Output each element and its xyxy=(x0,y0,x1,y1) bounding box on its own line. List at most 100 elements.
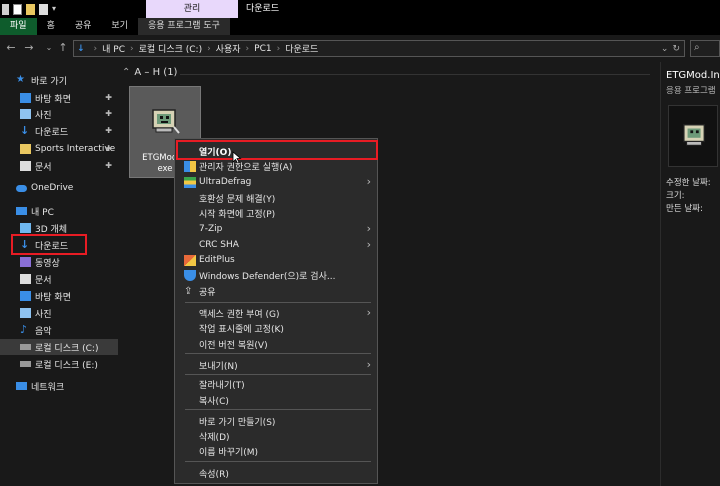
breadcrumb-downloads[interactable]: 다운로드 xyxy=(285,42,318,55)
breadcrumb-pc1[interactable]: PC1 xyxy=(254,44,271,54)
sidebar-item-sports-interactive[interactable]: Sports Interactive ✚ xyxy=(0,141,118,157)
sidebar-item-downloads-pinned[interactable]: ↓ 다운로드 ✚ xyxy=(0,123,118,139)
menu-item-crc-sha[interactable]: CRC SHA › xyxy=(175,237,377,253)
menu-item-rename[interactable]: 이름 바꾸기(M) xyxy=(175,443,377,459)
details-type: 응용 프로그램 xyxy=(666,86,716,96)
tab-home[interactable]: 홈 xyxy=(37,18,65,35)
address-bar[interactable]: ↓ › 내 PC › 로컬 디스크 (C:) › 사용자 › PC1 › 다운로… xyxy=(73,40,685,57)
sidebar-item-documents-pinned[interactable]: 문서 ✚ xyxy=(0,158,118,174)
menu-item-copy[interactable]: 복사(C) xyxy=(175,392,377,408)
sidebar-item-local-disk-c[interactable]: 로컬 디스크 (C:) xyxy=(0,339,118,355)
blank-icon xyxy=(184,395,196,406)
drive-icon xyxy=(20,344,31,350)
menu-separator xyxy=(185,409,371,410)
menu-item-properties[interactable]: 속성(R) xyxy=(175,465,377,481)
sidebar-item-local-disk-e[interactable]: 로컬 디스크 (E:) xyxy=(0,356,118,372)
forward-arrow-icon[interactable]: → xyxy=(22,40,36,56)
new-folder-icon[interactable] xyxy=(26,3,35,15)
menu-item-share[interactable]: ⇪ 공유 xyxy=(175,283,377,299)
blank-icon xyxy=(184,379,196,390)
sidebar-item-pictures[interactable]: 사진 xyxy=(0,305,118,321)
menu-item-label: UltraDefrag xyxy=(199,177,252,187)
address-dropdown-icon[interactable]: ⌄ xyxy=(661,44,669,54)
details-modified-label: 수정한 날짜: xyxy=(666,178,711,188)
sidebar-item-label: 사진 xyxy=(35,110,52,121)
breadcrumb-this-pc[interactable]: 내 PC xyxy=(102,42,125,55)
download-arrow-icon: ↓ xyxy=(20,124,30,137)
group-divider xyxy=(180,74,650,75)
sidebar-item-music[interactable]: ♪ 음악 xyxy=(0,322,118,338)
details-preview xyxy=(668,105,718,167)
menu-item-label: 액세스 권한 부여 (G) xyxy=(199,309,280,320)
shield-icon xyxy=(184,160,196,172)
search-icon: ⌕ xyxy=(694,42,700,53)
breadcrumb-local-disk-c[interactable]: 로컬 디스크 (C:) xyxy=(139,42,202,55)
menu-item-editplus[interactable]: EditPlus xyxy=(175,252,377,268)
menu-item-restore-previous-versions[interactable]: 이전 버전 복원(V) xyxy=(175,336,377,352)
submenu-arrow-icon: › xyxy=(366,306,371,319)
breadcrumb-users[interactable]: 사용자 xyxy=(216,42,241,55)
chevron-down-icon[interactable]: ▾ xyxy=(52,4,61,15)
details-created-label: 만든 날짜: xyxy=(666,204,703,214)
sidebar-item-pictures-pinned[interactable]: 사진 ✚ xyxy=(0,106,118,122)
sidebar-item-this-pc[interactable]: 내 PC xyxy=(0,203,118,219)
save-icon[interactable] xyxy=(2,3,9,15)
menu-item-run-as-admin[interactable]: 관리자 권한으로 실행(A) xyxy=(175,158,377,174)
menu-item-pin-to-start[interactable]: 시작 화면에 고정(P) xyxy=(175,205,377,221)
collapse-chevron-icon: ⌃ xyxy=(122,67,131,78)
tab-application-tools[interactable]: 응용 프로그램 도구 xyxy=(137,18,230,35)
tab-file[interactable]: 파일 xyxy=(0,18,37,35)
menu-item-7zip[interactable]: 7-Zip › xyxy=(175,221,377,237)
sidebar-item-videos[interactable]: 동영상 xyxy=(0,254,118,270)
refresh-icon[interactable]: ↻ xyxy=(672,44,680,54)
menu-item-give-access[interactable]: 액세스 권한 부여 (G) › xyxy=(175,305,377,321)
menu-item-pin-to-taskbar[interactable]: 작업 표시줄에 고정(K) xyxy=(175,320,377,336)
editplus-icon xyxy=(184,254,196,266)
sidebar-item-network[interactable]: 네트워크 xyxy=(0,378,118,394)
sidebar-item-quick-access[interactable]: ★ 바로 가기 xyxy=(0,72,118,88)
tab-share[interactable]: 공유 xyxy=(65,18,102,35)
sidebar-item-label: 바로 가기 xyxy=(31,76,67,87)
properties-icon[interactable] xyxy=(13,3,22,15)
sidebar-item-desktop-pinned[interactable]: 바탕 화면 ✚ xyxy=(0,90,118,106)
menu-item-label: 시작 화면에 고정(P) xyxy=(199,209,276,220)
menu-item-label: CRC SHA xyxy=(199,240,239,250)
menu-item-label: 이전 버전 복원(V) xyxy=(199,340,268,351)
menu-item-create-shortcut[interactable]: 바로 가기 만들기(S) xyxy=(175,413,377,429)
sidebar-item-desktop[interactable]: 바탕 화면 xyxy=(0,288,118,304)
cube-icon xyxy=(20,223,31,233)
blank-icon xyxy=(184,240,196,251)
menu-item-label: 바로 가기 만들기(S) xyxy=(199,417,276,428)
sidebar-item-label: 3D 개체 xyxy=(35,224,68,235)
computer-icon xyxy=(16,207,27,215)
ultradefrag-icon xyxy=(184,176,196,188)
menu-item-windows-defender-scan[interactable]: Windows Defender(으)로 검사... xyxy=(175,267,377,283)
file-icon[interactable] xyxy=(39,3,48,15)
star-icon: ★ xyxy=(16,74,25,85)
up-arrow-icon[interactable]: ↑ xyxy=(56,40,70,56)
window-title: 다운로드 xyxy=(246,4,280,14)
sidebar-item-documents[interactable]: 문서 xyxy=(0,271,118,287)
menu-item-label: 관리자 권한으로 실행(A) xyxy=(199,162,293,173)
search-input[interactable]: ⌕ xyxy=(690,40,720,57)
tab-manage-tools[interactable]: 관리 xyxy=(146,0,238,18)
blank-icon xyxy=(184,446,196,457)
download-folder-icon: ↓ xyxy=(77,43,85,54)
menu-item-send-to[interactable]: 보내기(N) › xyxy=(175,357,377,373)
group-header[interactable]: ⌃ A – H (1) xyxy=(122,67,177,78)
menu-item-delete[interactable]: 삭제(D) xyxy=(175,428,377,444)
blank-icon xyxy=(184,431,196,442)
submenu-arrow-icon: › xyxy=(366,175,371,188)
desktop-icon xyxy=(20,291,31,301)
tab-view[interactable]: 보기 xyxy=(101,18,138,35)
sidebar-item-label: 문서 xyxy=(35,275,52,286)
folder-icon xyxy=(20,144,31,154)
menu-item-cut[interactable]: 잘라내기(T) xyxy=(175,376,377,392)
menu-item-compatibility-troubleshoot[interactable]: 호환성 문제 해결(Y) xyxy=(175,190,377,206)
back-arrow-icon[interactable]: ← xyxy=(4,40,18,56)
recent-chevron-icon[interactable]: ⌄ xyxy=(42,40,56,56)
sidebar-item-onedrive[interactable]: OneDrive xyxy=(0,180,118,196)
cloud-icon xyxy=(16,184,27,192)
blank-icon xyxy=(184,208,196,219)
menu-item-ultradefrag[interactable]: UltraDefrag › xyxy=(175,174,377,190)
